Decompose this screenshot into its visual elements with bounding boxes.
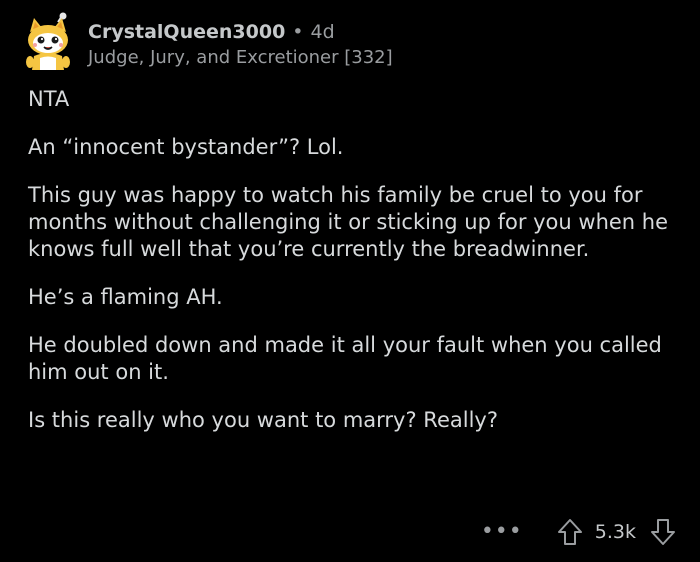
comment-paragraph: He’s a flaming AH. xyxy=(28,285,223,309)
comment-paragraph: An “innocent bystander”? Lol. xyxy=(28,135,344,159)
avatar-icon xyxy=(26,12,70,70)
username-link[interactable]: CrystalQueen3000 xyxy=(88,20,285,44)
avatar[interactable] xyxy=(20,12,76,72)
more-options-icon[interactable]: ••• xyxy=(481,521,523,543)
meta-separator: • xyxy=(292,21,304,43)
comment: CrystalQueen3000 • 4d Judge, Jury, and E… xyxy=(0,0,700,562)
vote-score: 5.3k xyxy=(594,521,636,543)
comment-paragraph: This guy was happy to watch his family b… xyxy=(28,183,669,261)
meta-top-line: CrystalQueen3000 • 4d xyxy=(88,20,393,44)
comment-meta: CrystalQueen3000 • 4d Judge, Jury, and E… xyxy=(88,20,393,70)
comment-paragraph: NTA xyxy=(28,87,70,111)
comment-header: CrystalQueen3000 • 4d Judge, Jury, and E… xyxy=(20,12,393,72)
upvote-icon[interactable] xyxy=(557,518,583,546)
comment-paragraph: He doubled down and made it all your fau… xyxy=(28,333,662,384)
comment-paragraph: Is this really who you want to marry? Re… xyxy=(28,408,498,432)
comment-body: NTA An “innocent bystander”? Lol. This g… xyxy=(28,86,678,455)
user-flair: Judge, Jury, and Excretioner [332] xyxy=(88,47,393,68)
comment-age: 4d xyxy=(310,21,335,43)
comment-actions: ••• 5.3k xyxy=(481,518,676,546)
downvote-icon[interactable] xyxy=(650,518,676,546)
